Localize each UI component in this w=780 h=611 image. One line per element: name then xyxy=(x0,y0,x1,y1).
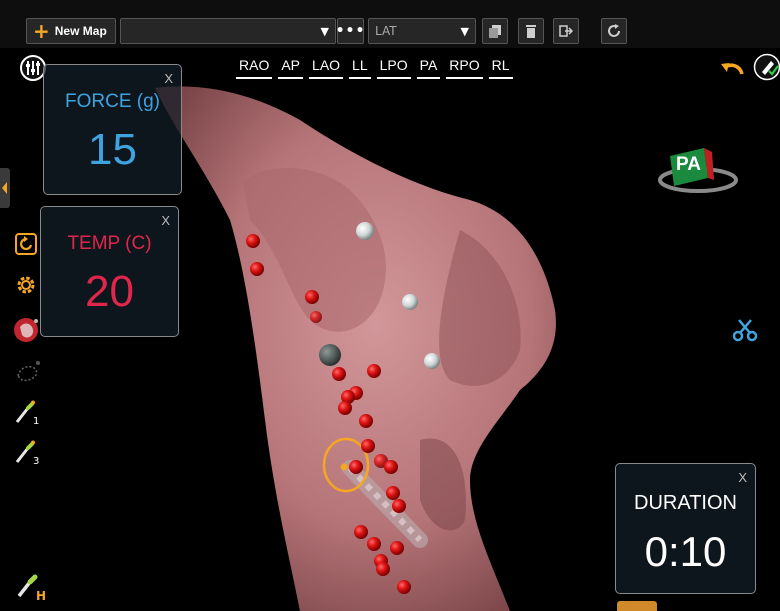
export-icon xyxy=(559,25,574,37)
rotate-view-icon[interactable] xyxy=(14,232,38,256)
gear-icon[interactable] xyxy=(14,273,38,297)
catheter-3-sub: 3 xyxy=(33,456,40,467)
view-orientation-tabs: RAO AP LAO LL LPO PA RPO RL xyxy=(236,56,513,79)
view-tab-ll[interactable]: LL xyxy=(349,56,371,79)
export-map-button[interactable] xyxy=(553,18,579,44)
undo-icon[interactable] xyxy=(718,58,746,78)
map-type-value: LAT xyxy=(375,24,397,38)
view-tab-rao[interactable]: RAO xyxy=(236,56,273,79)
new-map-label: New Map xyxy=(54,24,107,38)
scissors-icon[interactable] xyxy=(732,318,758,342)
chevron-down-icon: ▼ xyxy=(460,24,469,38)
catheter-3-tool[interactable]: 3 xyxy=(14,440,44,470)
map-type-selector[interactable]: LAT ▼ xyxy=(368,18,476,44)
catheter-1-sub: 1 xyxy=(33,416,40,427)
view-tab-rl[interactable]: RL xyxy=(488,56,513,79)
heart-anatomy-icon[interactable] xyxy=(12,315,42,345)
chevron-down-icon: ▼ xyxy=(320,24,329,38)
duration-title: DURATION xyxy=(634,492,737,514)
refresh-button[interactable] xyxy=(601,18,627,44)
view-tab-rpo[interactable]: RPO xyxy=(446,56,483,79)
view-tab-lao[interactable]: LAO xyxy=(309,56,344,79)
trash-icon xyxy=(526,25,536,38)
orientation-label: PA xyxy=(676,154,701,175)
view-tab-pa[interactable]: PA xyxy=(416,56,441,79)
more-options-label: ••• xyxy=(335,23,366,39)
temp-panel-close-button[interactable]: X xyxy=(161,213,170,228)
more-options-button[interactable]: ••• xyxy=(335,18,366,44)
orientation-indicator: PA xyxy=(650,140,742,202)
copy-icon xyxy=(489,25,501,38)
temp-value: 20 xyxy=(85,267,134,316)
top-toolbar: + New Map ▼ ••• LAT ▼ xyxy=(0,0,780,48)
duration-panel-close-button[interactable]: X xyxy=(738,470,747,485)
temp-title: TEMP (C) xyxy=(67,233,152,254)
plus-icon: + xyxy=(33,19,50,43)
new-map-button[interactable]: + New Map xyxy=(26,18,116,44)
view-tab-ap[interactable]: AP xyxy=(278,56,304,79)
mesh-outline-icon[interactable] xyxy=(14,358,42,384)
catheter-tip-marker xyxy=(340,463,348,471)
side-panel-toggle[interactable] xyxy=(0,168,10,208)
force-value: 15 xyxy=(88,125,137,174)
copy-map-button[interactable] xyxy=(482,18,508,44)
force-panel-close-button[interactable]: X xyxy=(164,71,173,86)
refresh-icon xyxy=(608,24,620,37)
view-tab-lpo[interactable]: LPO xyxy=(376,56,411,79)
map-selector[interactable]: ▼ xyxy=(120,18,336,44)
catheter-h-tool[interactable]: H xyxy=(16,574,48,606)
expand-panel-tab[interactable] xyxy=(617,601,657,611)
delete-map-button[interactable] xyxy=(518,18,544,44)
temp-panel: X TEMP (C) 20 xyxy=(40,206,179,337)
catheter-h-sub: H xyxy=(36,589,47,603)
force-panel: X FORCE (g) 15 xyxy=(43,64,182,195)
catheter-1-tool[interactable]: 1 xyxy=(14,400,44,430)
force-title: FORCE (g) xyxy=(65,91,160,112)
duration-value: 0:10 xyxy=(644,528,727,575)
edit-pencil-icon[interactable] xyxy=(753,53,780,81)
duration-panel: X DURATION 0:10 xyxy=(615,463,756,594)
